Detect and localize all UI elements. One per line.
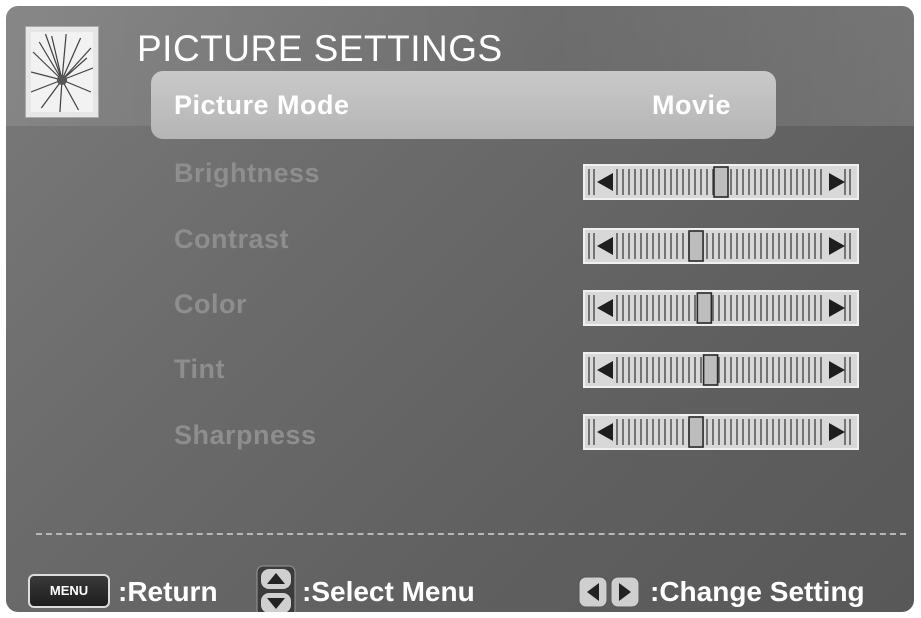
slider-thumb[interactable] bbox=[688, 230, 704, 262]
menu-key-icon: MENU bbox=[28, 574, 110, 608]
picture-mode-label: Picture Mode bbox=[174, 90, 350, 120]
slider-thumb[interactable] bbox=[702, 354, 719, 386]
left-right-icon bbox=[578, 576, 640, 608]
select-menu-hint: :Select Menu bbox=[302, 576, 475, 607]
slider-thumb[interactable] bbox=[696, 292, 713, 324]
brightness-label[interactable]: Brightness bbox=[174, 158, 320, 189]
footer-divider bbox=[36, 533, 906, 535]
contrast-label[interactable]: Contrast bbox=[174, 224, 289, 255]
sharpness-slider[interactable] bbox=[583, 414, 859, 450]
page-title: PICTURE SETTINGS bbox=[137, 28, 503, 69]
color-slider[interactable] bbox=[583, 290, 859, 326]
slider-thumb[interactable] bbox=[688, 416, 704, 448]
color-label[interactable]: Color bbox=[174, 289, 247, 320]
picture-mode-value[interactable]: Movie bbox=[652, 90, 731, 121]
return-hint: :Return bbox=[118, 576, 218, 607]
change-setting-hint: :Change Setting bbox=[650, 576, 865, 607]
slider-thumb[interactable] bbox=[713, 166, 729, 198]
footer-help-bar: MENU :Return :Select Menu :Change Settin… bbox=[6, 564, 914, 612]
up-down-icon bbox=[256, 564, 296, 612]
sharpness-label[interactable]: Sharpness bbox=[174, 420, 317, 451]
tint-slider[interactable] bbox=[583, 352, 859, 388]
picture-settings-screen: PICTURE SETTINGS Picture Mode Movie Brig… bbox=[6, 6, 914, 612]
picture-thumbnail-icon bbox=[25, 26, 99, 118]
contrast-slider[interactable] bbox=[583, 228, 859, 264]
brightness-slider[interactable] bbox=[583, 164, 859, 200]
tint-label[interactable]: Tint bbox=[174, 354, 225, 385]
